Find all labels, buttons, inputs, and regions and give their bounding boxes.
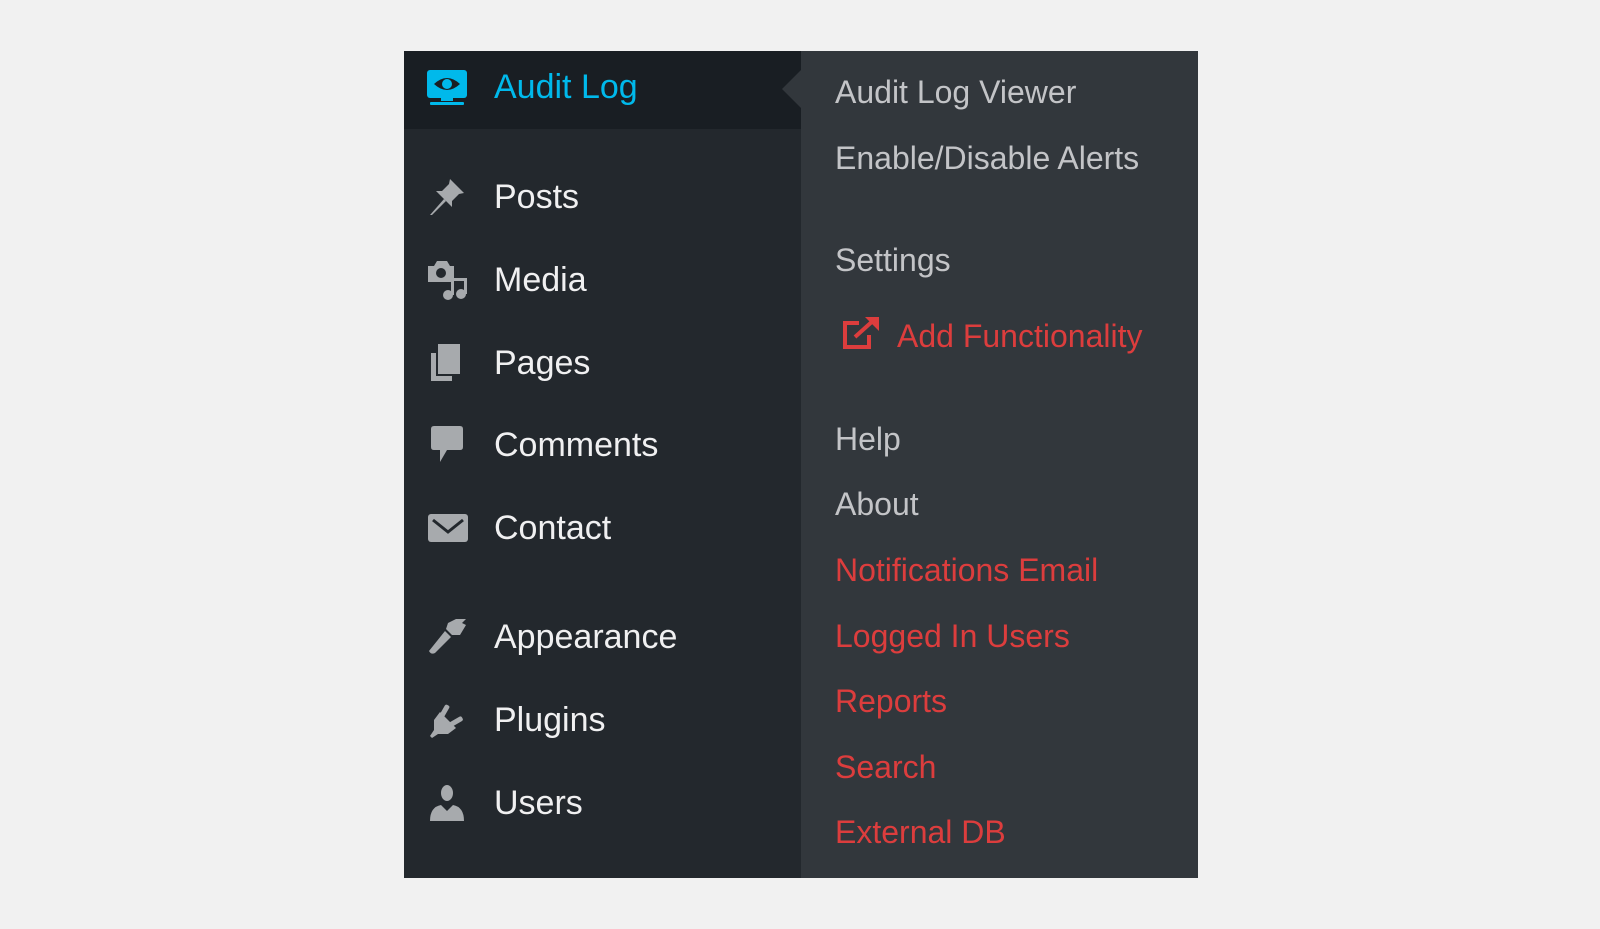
submenu-pointer-arrow [782,70,801,108]
user-icon [426,781,468,823]
submenu-item-label: Add Functionality [897,318,1143,354]
menu-item-posts[interactable]: Posts [404,163,801,227]
menu-item-contact[interactable]: Contact [404,494,801,558]
audit-log-submenu: Audit Log Viewer Enable/Disable Alerts S… [801,51,1198,878]
comment-icon [426,423,468,465]
admin-sidebar-menu: Audit Log Posts Media Pages Comments Con… [404,51,801,878]
menu-item-pages[interactable]: Pages [404,329,801,393]
external-link-icon [841,315,881,351]
menu-header-label: Audit Log [494,68,638,106]
menu-item-appearance[interactable]: Appearance [404,603,801,667]
submenu-item-external-db[interactable]: External DB [835,813,1175,851]
menu-item-plugins[interactable]: Plugins [404,686,801,750]
submenu-item-search[interactable]: Search [835,748,1175,786]
menu-item-audit-log[interactable]: Audit Log [404,51,801,129]
menu-item-comments[interactable]: Comments [404,411,801,475]
submenu-item-add-functionality[interactable]: Add Functionality [835,315,1175,355]
submenu-item-about[interactable]: About [835,485,1175,523]
submenu-item-logged-in-users[interactable]: Logged In Users [835,617,1175,655]
menu-item-label: Comments [494,426,659,464]
menu-item-label: Posts [494,178,580,216]
media-icon [426,258,468,300]
menu-item-media[interactable]: Media [404,246,801,310]
menu-item-users[interactable]: Users [404,769,801,833]
envelope-icon [426,506,468,548]
menu-item-label: Media [494,261,587,299]
menu-item-label: Contact [494,509,612,547]
submenu-item-audit-log-viewer[interactable]: Audit Log Viewer [835,73,1175,111]
menu-item-label: Appearance [494,618,678,656]
submenu-item-enable-disable-alerts[interactable]: Enable/Disable Alerts [835,139,1175,177]
paintbrush-icon [426,615,468,657]
menu-item-label: Users [494,784,583,822]
submenu-item-settings[interactable]: Settings [835,241,1175,279]
pin-icon [426,175,468,217]
submenu-item-notifications-email[interactable]: Notifications Email [835,551,1175,589]
submenu-item-help[interactable]: Help [835,420,1175,458]
plug-icon [426,698,468,740]
menu-item-label: Plugins [494,701,606,739]
submenu-item-reports[interactable]: Reports [835,682,1175,720]
pages-icon [426,341,468,383]
eye-monitor-icon [426,68,468,108]
menu-item-label: Pages [494,344,591,382]
